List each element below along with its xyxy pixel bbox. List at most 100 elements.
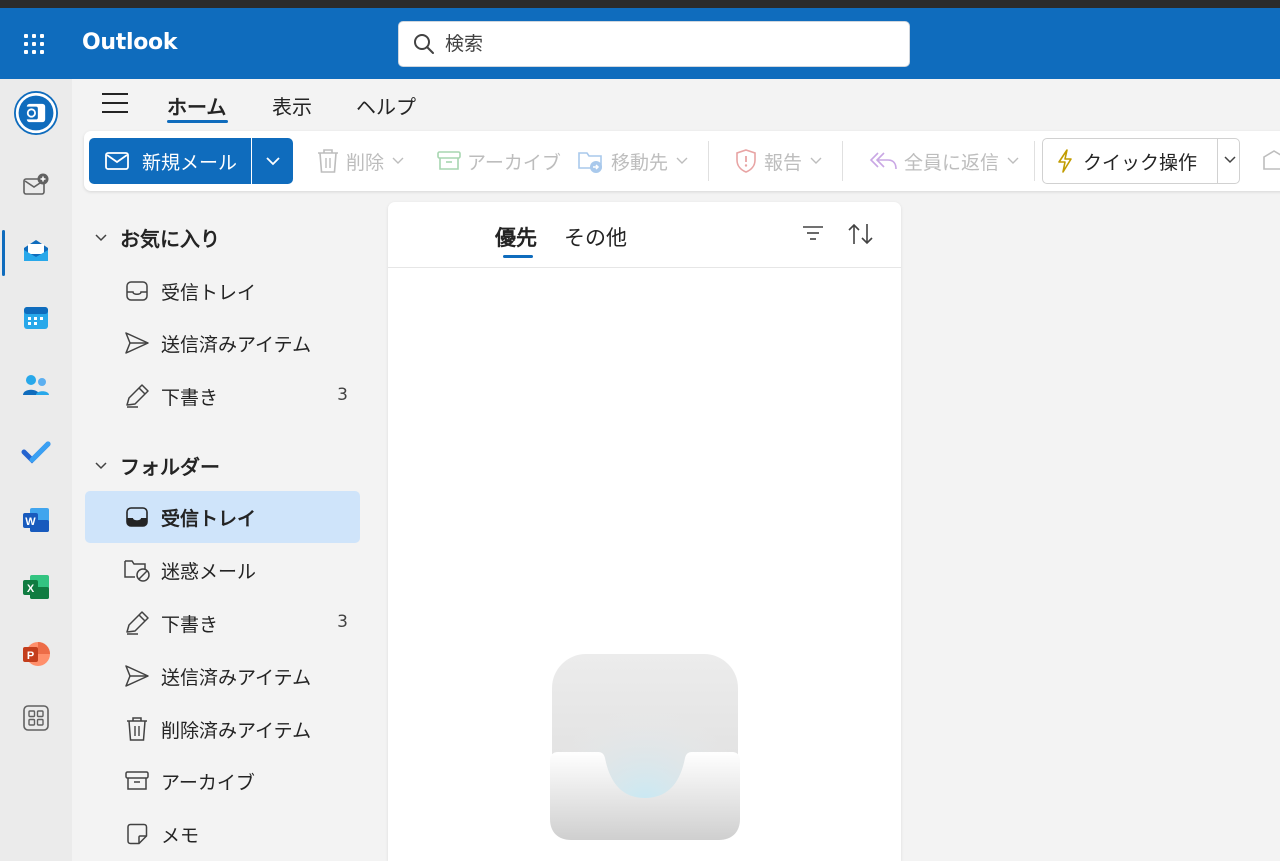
inbox-icon (123, 277, 151, 305)
search-icon (414, 34, 434, 54)
favorite-sent-items[interactable]: 送信済みアイテム (85, 317, 360, 369)
new-mail-button[interactable]: 新規メール (89, 138, 251, 184)
chevron-down-icon (810, 157, 822, 164)
folder-label: 送信済みアイテム (161, 334, 312, 356)
report-button[interactable]: 報告 (734, 145, 822, 177)
folders-header[interactable]: フォルダー (94, 451, 220, 480)
favorite-drafts[interactable]: 下書き 3 (85, 370, 360, 422)
reply-all-icon (869, 152, 897, 170)
folder-notes[interactable]: メモ (85, 808, 360, 860)
trash-icon (318, 149, 338, 173)
outlook-logo-icon[interactable] (14, 91, 58, 135)
chevron-down-icon (676, 157, 688, 164)
app-launcher-icon[interactable] (22, 32, 46, 56)
unread-count: 3 (337, 612, 348, 632)
new-mail-add-icon[interactable] (14, 163, 58, 207)
app-header: Outlook (0, 8, 1280, 79)
rail-active-indicator (2, 230, 5, 276)
toolbar-divider (708, 141, 709, 181)
folder-junk[interactable]: 迷惑メール (85, 544, 360, 596)
folder-label: アーカイブ (161, 772, 255, 794)
chevron-down-icon (265, 157, 280, 166)
chevron-down-icon (95, 461, 107, 469)
calendar-icon[interactable] (14, 296, 58, 340)
message-list-pane: 優先 その他 (388, 202, 901, 861)
archive-icon (437, 151, 461, 170)
move-to-label: 移動先 (611, 151, 669, 174)
archive-label: アーカイブ (467, 151, 561, 174)
excel-icon[interactable]: X (14, 565, 58, 609)
archive-button[interactable]: アーカイブ (437, 145, 561, 177)
folder-sent-items[interactable]: 送信済みアイテム (85, 650, 360, 702)
hamburger-menu-icon[interactable] (102, 93, 130, 115)
quick-steps-button[interactable]: クイック操作 (1042, 138, 1240, 184)
favorite-inbox[interactable]: 受信トレイ (85, 265, 360, 317)
chevron-down-icon (392, 157, 404, 164)
toolbar-divider (842, 141, 843, 181)
pencil-draft-icon (123, 382, 151, 410)
people-icon[interactable] (14, 364, 58, 408)
folder-label: 下書き (161, 387, 219, 409)
split-divider (1217, 139, 1218, 183)
folder-archive[interactable]: アーカイブ (85, 755, 360, 807)
svg-text:P: P (27, 650, 34, 662)
folder-label: 下書き (161, 614, 219, 636)
powerpoint-icon[interactable]: P (14, 632, 58, 676)
trash-icon (123, 715, 151, 743)
junk-folder-icon (123, 556, 151, 584)
word-icon[interactable]: W (14, 498, 58, 542)
tab-active-indicator (167, 120, 228, 123)
ribbon-tabs: ホーム 表示 ヘルプ (72, 79, 1280, 129)
more-apps-icon[interactable] (14, 696, 58, 740)
folder-move-icon (578, 152, 602, 173)
folder-label: メモ (161, 825, 200, 847)
delete-button[interactable]: 削除 (316, 145, 404, 177)
note-icon (123, 820, 151, 848)
svg-text:W: W (25, 516, 36, 528)
pencil-draft-icon (123, 609, 151, 637)
folder-label: 削除済みアイテム (161, 720, 312, 742)
folder-label: 受信トレイ (161, 508, 257, 530)
chevron-down-icon (95, 233, 107, 241)
favorites-header[interactable]: お気に入り (94, 223, 220, 252)
move-to-button[interactable]: 移動先 (577, 145, 688, 177)
unread-count: 3 (337, 385, 348, 405)
inbox-icon (123, 503, 151, 531)
tab-help[interactable]: ヘルプ (356, 91, 416, 120)
chevron-down-icon[interactable] (1223, 152, 1237, 168)
quick-steps-label: クイック操作 (1083, 151, 1198, 174)
mail-icon[interactable] (14, 229, 58, 273)
envelope-partial-icon[interactable] (1262, 149, 1280, 171)
filter-icon[interactable] (802, 224, 824, 242)
report-label: 報告 (764, 151, 803, 174)
folder-label: 受信トレイ (161, 282, 257, 304)
lightning-icon (1058, 149, 1072, 173)
app-title[interactable]: Outlook (82, 30, 177, 55)
search-input[interactable] (445, 30, 895, 58)
send-icon (123, 329, 151, 357)
reply-all-label: 全員に返信 (904, 151, 1000, 174)
empty-inbox-illustration-icon (550, 654, 740, 840)
todo-icon[interactable] (14, 430, 58, 474)
pivot-active-indicator (503, 255, 533, 258)
toolbar-divider (1034, 141, 1035, 181)
folder-drafts[interactable]: 下書き 3 (85, 597, 360, 649)
tab-view[interactable]: 表示 (272, 91, 312, 120)
folder-label: 迷惑メール (161, 561, 257, 583)
tab-focused[interactable]: 優先 (495, 222, 537, 252)
reply-all-button[interactable]: 全員に返信 (868, 145, 1019, 177)
svg-text:X: X (27, 583, 35, 595)
new-mail-label: 新規メール (142, 151, 238, 174)
tab-home[interactable]: ホーム (167, 91, 226, 120)
ribbon-toolbar: 新規メール 削除 アーカイブ 移動先 報告 全員に返信 クイック操作 (84, 131, 1280, 191)
folder-deleted-items[interactable]: 削除済みアイテム (85, 703, 360, 755)
archive-icon (123, 767, 151, 795)
search-box[interactable] (398, 21, 910, 67)
os-title-strip (0, 0, 1280, 8)
favorites-title: お気に入り (120, 227, 220, 251)
new-mail-dropdown[interactable] (252, 138, 293, 184)
folder-inbox[interactable]: 受信トレイ (85, 491, 360, 543)
folders-title: フォルダー (120, 455, 220, 479)
sort-icon[interactable] (847, 222, 875, 246)
tab-other[interactable]: その他 (564, 222, 627, 252)
